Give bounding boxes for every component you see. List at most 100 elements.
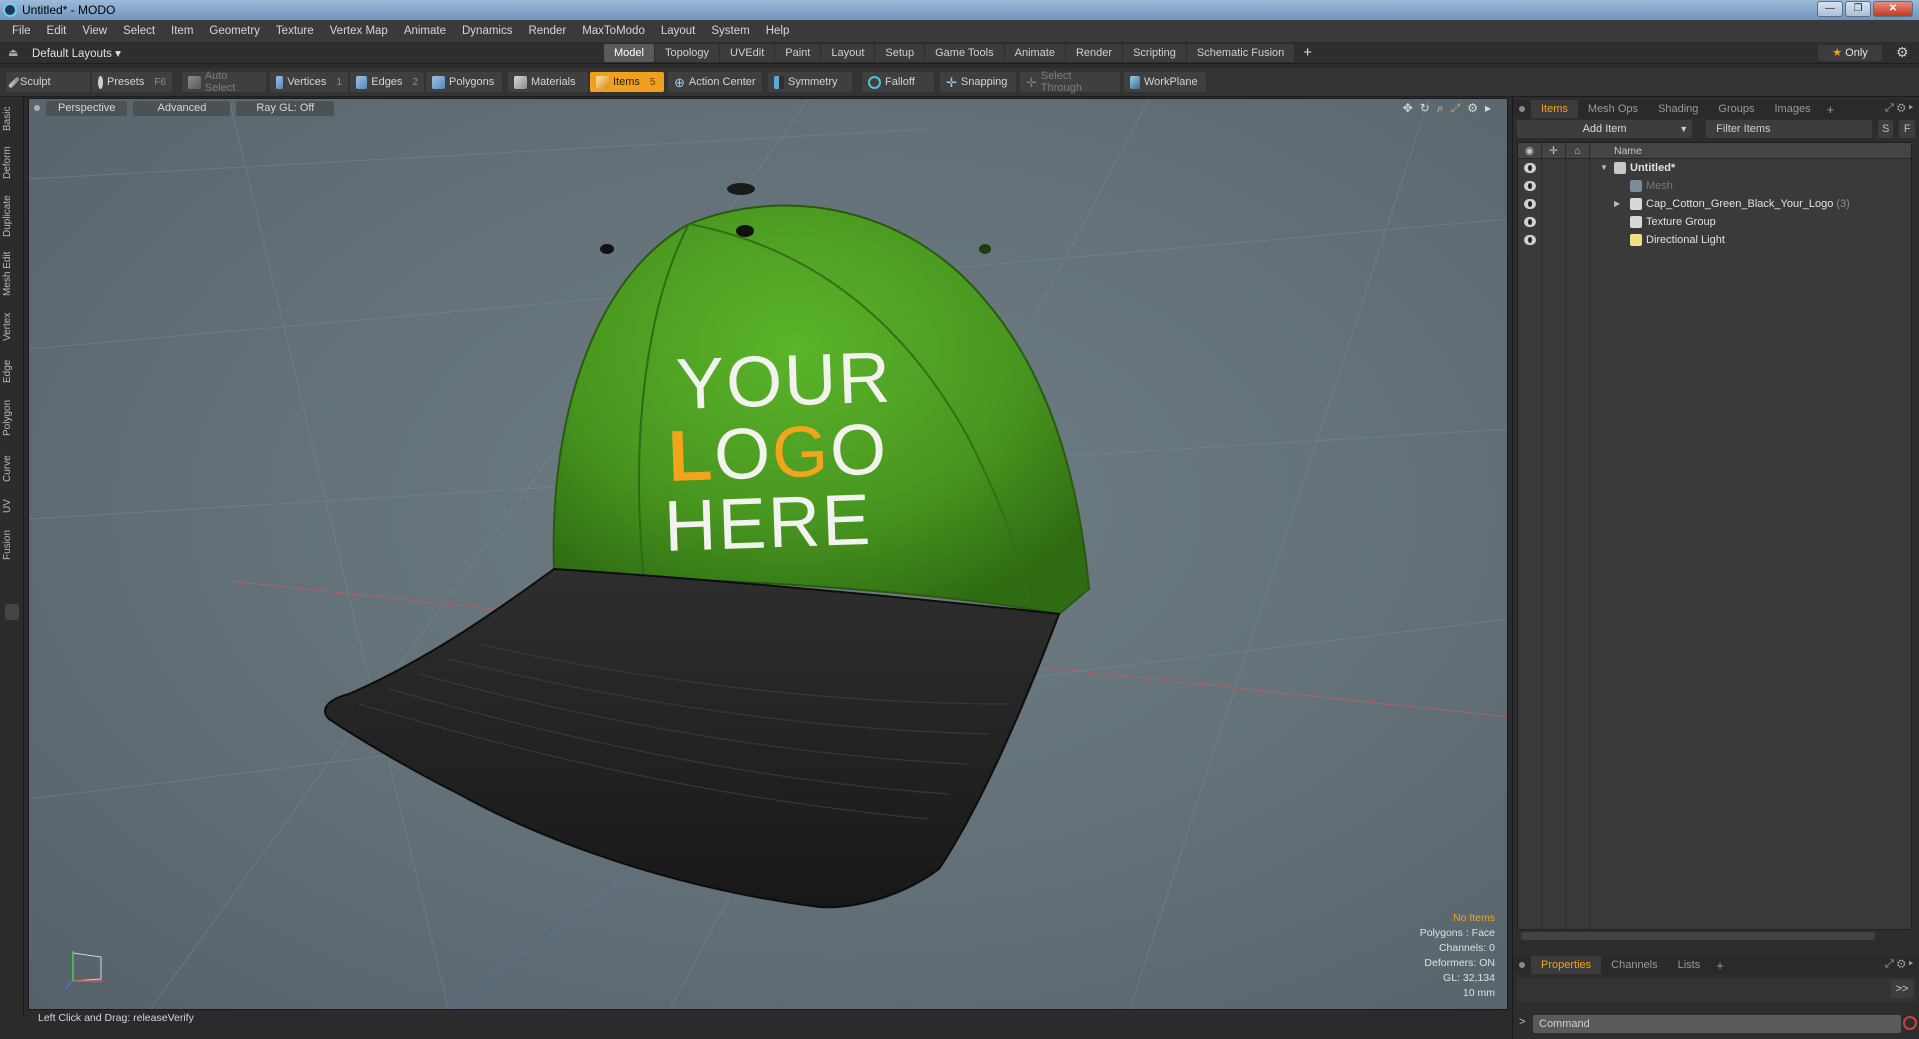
menu-system[interactable]: System: [703, 25, 757, 37]
layout-tab-paint[interactable]: Paint: [775, 44, 821, 62]
expand-button[interactable]: >>: [1891, 980, 1913, 998]
menu-edit[interactable]: Edit: [39, 25, 75, 37]
sculpt-button[interactable]: Sculpt: [6, 72, 90, 92]
menu-animate[interactable]: Animate: [396, 25, 454, 37]
layout-tab-game-tools[interactable]: Game Tools: [925, 44, 1004, 62]
rotate-icon[interactable]: ↻: [1420, 101, 1430, 116]
falloff-button[interactable]: Falloff: [862, 72, 934, 92]
panel-tab-properties[interactable]: Properties: [1531, 956, 1602, 974]
visibility-eye-icon[interactable]: [1524, 163, 1536, 173]
layout-tab-layout[interactable]: Layout: [821, 44, 875, 62]
panel-tab-lists[interactable]: Lists: [1668, 956, 1711, 974]
layout-tab-topology[interactable]: Topology: [654, 44, 720, 62]
panel-menu-dot[interactable]: [1519, 106, 1525, 112]
left-tab-fusion[interactable]: Fusion: [2, 525, 22, 565]
panel-tab-items[interactable]: Items: [1531, 100, 1578, 118]
pan-icon[interactable]: ✥: [1403, 101, 1413, 116]
maximize-button[interactable]: ❐: [1845, 1, 1871, 17]
viewport-gear-icon[interactable]: ⚙: [1467, 101, 1478, 116]
panel-add-tab-button[interactable]: +: [1821, 102, 1841, 117]
close-button[interactable]: ✕: [1873, 1, 1913, 17]
pin-icon[interactable]: ⏏: [8, 46, 22, 60]
auto-select-button[interactable]: Auto Select: [182, 70, 266, 94]
view-type-button[interactable]: Perspective: [46, 100, 128, 116]
visibility-eye-icon[interactable]: [1524, 217, 1536, 227]
s-toggle-button[interactable]: S: [1877, 120, 1894, 138]
add-item-dropdown[interactable]: Add Item ▼: [1517, 120, 1693, 138]
zoom-icon[interactable]: ⌕: [1437, 101, 1444, 116]
only-toggle[interactable]: ★ Only: [1818, 45, 1882, 61]
add-layout-tab-button[interactable]: +: [1295, 44, 1320, 62]
left-tab-basic[interactable]: Basic: [2, 101, 22, 137]
panel-tab-groups[interactable]: Groups: [1708, 100, 1764, 118]
filter-items-input[interactable]: Filter Items: [1706, 120, 1872, 138]
panel-tab-channels[interactable]: Channels: [1601, 956, 1667, 974]
items-button[interactable]: Items 5: [590, 72, 664, 92]
name-column-header[interactable]: Name: [1590, 145, 1642, 157]
tree-row-directional-light[interactable]: Directional Light: [1518, 231, 1911, 249]
left-tab-curve[interactable]: Curve: [2, 451, 22, 487]
visibility-eye-icon[interactable]: [1524, 199, 1536, 209]
menu-item[interactable]: Item: [163, 25, 201, 37]
menu-help[interactable]: Help: [758, 25, 798, 37]
menu-select[interactable]: Select: [115, 25, 163, 37]
workplane-button[interactable]: WorkPlane: [1124, 72, 1206, 92]
menu-file[interactable]: File: [4, 25, 39, 37]
presets-button[interactable]: Presets F6: [92, 72, 172, 92]
tree-row-cap-group[interactable]: ▶ Cap_Cotton_Green_Black_Your_Logo (3): [1518, 195, 1911, 213]
expand-arrow-icon[interactable]: ▶: [1614, 195, 1620, 213]
layout-tab-render[interactable]: Render: [1065, 44, 1123, 62]
viewport-expand-icon[interactable]: ▸: [1485, 101, 1491, 116]
select-through-button[interactable]: ✛ Select Through: [1020, 70, 1120, 94]
visibility-eye-icon[interactable]: [1524, 181, 1536, 191]
tree-horizontal-scrollbar[interactable]: [1521, 932, 1875, 940]
panel-tab-images[interactable]: Images: [1765, 100, 1821, 118]
menu-maxtomodo[interactable]: MaxToModo: [574, 25, 653, 37]
layout-tab-animate[interactable]: Animate: [1004, 44, 1065, 62]
panel-add-tab-button[interactable]: +: [1710, 958, 1730, 973]
shading-mode-button[interactable]: Advanced: [133, 100, 231, 116]
panel-menu-dot[interactable]: [1519, 962, 1525, 968]
panel-options-icon[interactable]: ⤢ ⚙ ▸: [1885, 958, 1913, 971]
left-tab-deform[interactable]: Deform: [2, 143, 22, 183]
layout-tab-scripting[interactable]: Scripting: [1123, 44, 1186, 62]
materials-button[interactable]: Materials: [508, 72, 588, 92]
minimize-button[interactable]: —: [1817, 1, 1843, 17]
left-tab-duplicate[interactable]: Duplicate: [2, 191, 22, 241]
visibility-eye-icon[interactable]: [1524, 235, 1536, 245]
fit-icon[interactable]: ⤢: [1451, 101, 1461, 116]
raygl-button[interactable]: Ray GL: Off: [236, 100, 335, 116]
action-center-button[interactable]: ⊕ Action Center: [668, 72, 762, 92]
layout-tab-schematic-fusion[interactable]: Schematic Fusion: [1186, 44, 1295, 62]
menu-dynamics[interactable]: Dynamics: [454, 25, 520, 37]
layout-selector[interactable]: Default Layouts ▾: [32, 46, 121, 60]
panel-options-icon[interactable]: ⤢ ⚙ ▸: [1885, 102, 1913, 115]
left-tab-uv[interactable]: UV: [2, 495, 22, 517]
tree-row-scene[interactable]: ▼ Untitled*: [1518, 159, 1911, 177]
f-toggle-button[interactable]: F: [1899, 120, 1915, 138]
snapping-button[interactable]: ✛ Snapping: [940, 72, 1016, 92]
menu-vertex-map[interactable]: Vertex Map: [322, 25, 396, 37]
menu-view[interactable]: View: [74, 25, 115, 37]
collapse-arrow-icon[interactable]: ▼: [1600, 159, 1608, 177]
left-tab-vertex[interactable]: Vertex: [2, 307, 22, 347]
menu-render[interactable]: Render: [520, 25, 574, 37]
gear-icon[interactable]: ⚙: [1896, 44, 1909, 61]
tree-row-mesh[interactable]: Mesh: [1518, 177, 1911, 195]
3d-viewport[interactable]: YOUR LOGO HERE Perspective Advanced Ray …: [28, 98, 1508, 1010]
menu-geometry[interactable]: Geometry: [201, 25, 268, 37]
symmetry-button[interactable]: Symmetry: [768, 72, 852, 92]
edges-button[interactable]: Edges 2: [350, 72, 424, 92]
cap-model[interactable]: YOUR LOGO HERE: [29, 99, 1508, 1010]
select-column-icon[interactable]: ⌂: [1566, 142, 1590, 159]
layout-tab-uvedit[interactable]: UVEdit: [720, 44, 775, 62]
menu-texture[interactable]: Texture: [268, 25, 322, 37]
polygons-button[interactable]: Polygons: [426, 72, 502, 92]
left-tab-polygon[interactable]: Polygon: [2, 395, 22, 441]
left-tab-mesh-edit[interactable]: Mesh Edit: [2, 249, 22, 299]
command-input[interactable]: Command: [1533, 1015, 1901, 1033]
tree-row-texture-group[interactable]: Texture Group: [1518, 213, 1911, 231]
lock-column-icon[interactable]: ✛: [1542, 142, 1566, 159]
menu-layout[interactable]: Layout: [653, 25, 704, 37]
left-tab-edge[interactable]: Edge: [2, 355, 22, 387]
